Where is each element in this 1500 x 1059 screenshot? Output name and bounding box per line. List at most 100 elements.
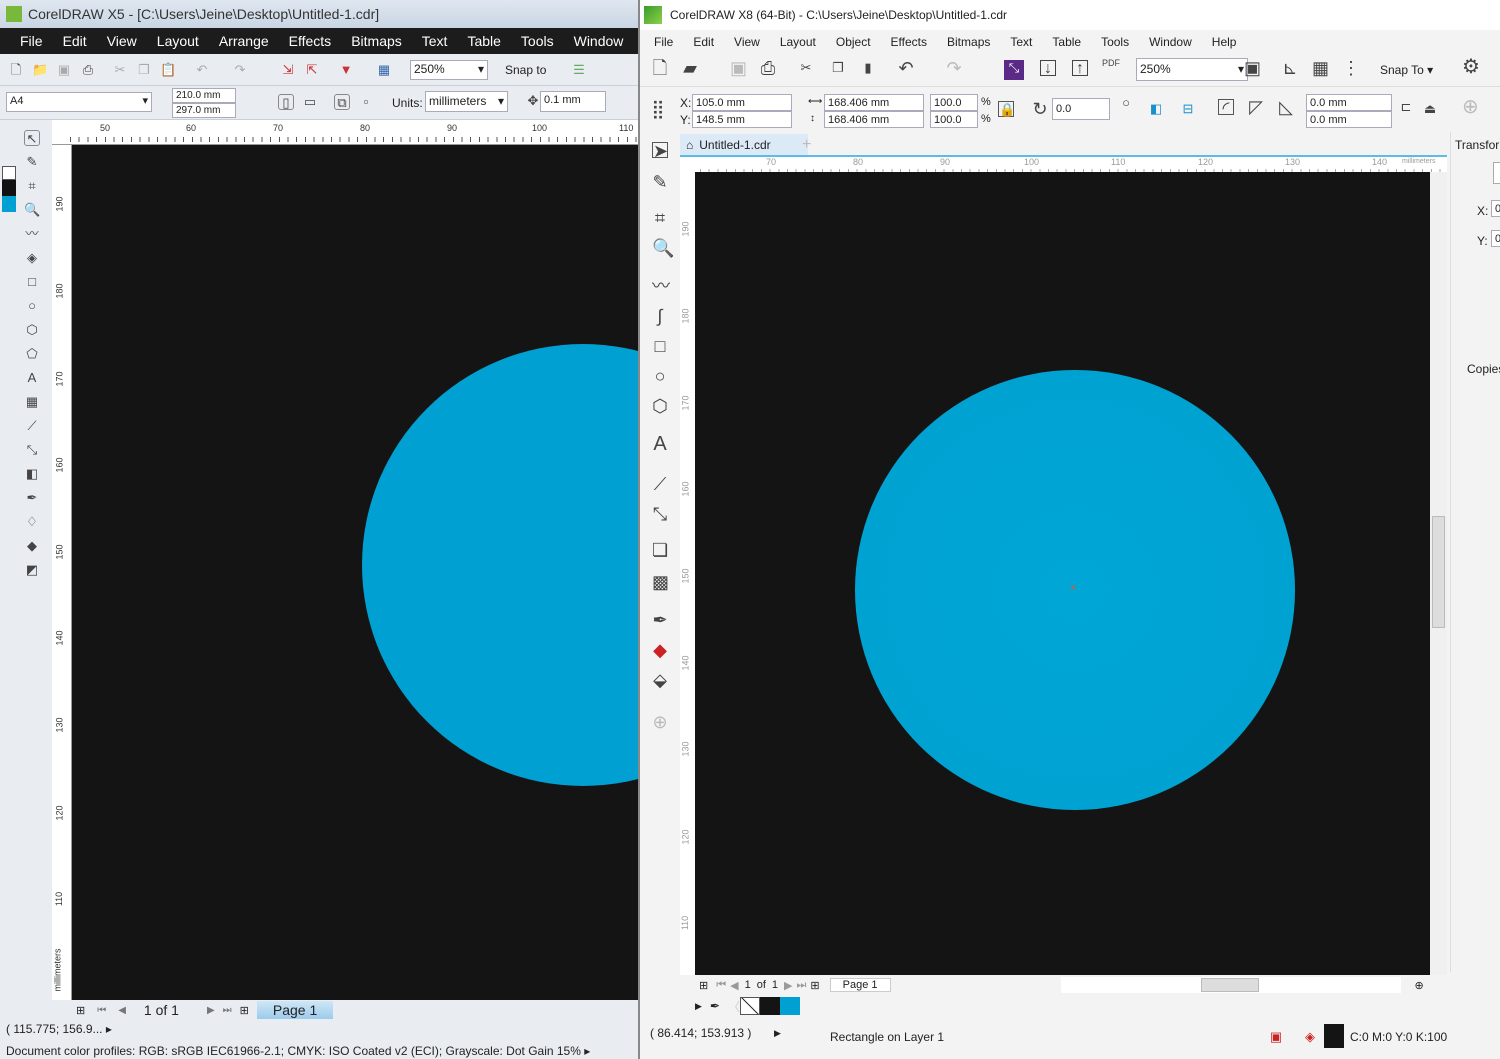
export-icon[interactable]: ⇱ [304, 62, 320, 78]
rulers-icon[interactable]: ⊾ [1282, 59, 1298, 77]
document-tab[interactable]: ⌂ Untitled-1.cdr [680, 134, 808, 156]
fill-tool-icon[interactable]: ◆ [24, 538, 40, 554]
menu-text[interactable]: Text [422, 33, 448, 49]
palette-menu-icon[interactable]: ▶ [695, 1001, 702, 1012]
menu-edit[interactable]: Edit [693, 35, 714, 49]
shape-tool-icon[interactable]: ✎ [652, 173, 668, 191]
chamfered-corner-icon[interactable]: ◺ [1278, 98, 1294, 116]
height-field[interactable]: 168.406 mm [824, 111, 924, 128]
import-icon[interactable]: ↓ [1040, 60, 1056, 77]
no-color-swatch[interactable] [740, 997, 760, 1015]
y-position-field[interactable]: 148.5 mm [692, 111, 792, 128]
freehand-tool-icon[interactable]: 〰 [652, 277, 670, 295]
new-icon[interactable]: 🗋 [652, 59, 668, 77]
cut-icon[interactable]: ✂ [112, 62, 128, 78]
add-icon[interactable]: ⊕ [1462, 97, 1479, 117]
artistic-media-icon[interactable]: ∫ [652, 307, 668, 325]
ellipse-tool-icon[interactable]: ○ [652, 367, 668, 385]
paste-icon[interactable]: ▮ [860, 60, 876, 76]
menu-effects[interactable]: Effects [289, 33, 332, 49]
scale-x-field[interactable]: 100.0 [930, 94, 978, 111]
freehand-tool-icon[interactable]: 〰 [24, 226, 40, 242]
menu-text[interactable]: Text [1010, 35, 1032, 49]
open-icon[interactable]: 📁 [32, 62, 48, 78]
reference-point-icon[interactable]: ⣿ [650, 100, 666, 118]
polygon-tool-icon[interactable]: ⬡ [24, 322, 40, 338]
text-tool-icon[interactable]: A [24, 370, 40, 386]
polygon-tool-icon[interactable]: ⬡ [652, 397, 668, 415]
grid-icon[interactable]: ▦ [1312, 59, 1329, 77]
new-icon[interactable]: 🗋 [8, 62, 24, 78]
copy-icon[interactable]: ❐ [830, 60, 846, 76]
import-icon[interactable]: ⇲ [280, 62, 296, 78]
add-page-end-icon[interactable]: ⊞ [240, 1004, 249, 1017]
lock-ratio-icon[interactable]: 🔒 [998, 101, 1015, 117]
nudge-field[interactable]: 0.1 mm [540, 91, 606, 112]
menu-tools[interactable]: Tools [1101, 35, 1129, 49]
add-page-end-icon[interactable]: ⊞ [810, 979, 819, 992]
crop-tool-icon[interactable]: ⌗ [24, 178, 40, 194]
width-field[interactable]: 168.406 mm [824, 94, 924, 111]
blue-swatch[interactable] [2, 196, 16, 212]
eyedropper-icon[interactable]: ✒ [24, 490, 40, 506]
x-position-field[interactable]: 105.0 mm [692, 94, 792, 111]
drawing-canvas[interactable]: × [695, 172, 1430, 975]
dimension-tool-icon[interactable]: ⟋ [24, 418, 40, 434]
interactive-fill-icon[interactable]: ◆ [652, 641, 668, 659]
application-launcher-icon[interactable]: ▼ [338, 62, 354, 78]
menu-window[interactable]: Window [1149, 35, 1192, 49]
zoom-navigator-icon[interactable]: ⊕ [1415, 979, 1424, 992]
connector-tool-icon[interactable]: ⤡ [652, 505, 668, 523]
scalloped-corner-icon[interactable]: ◸ [1248, 98, 1264, 116]
drop-shadow-icon[interactable]: ❏ [652, 541, 668, 559]
save-icon[interactable]: ▣ [730, 59, 747, 77]
black-swatch[interactable] [760, 997, 780, 1015]
save-icon[interactable]: ▣ [56, 62, 72, 78]
connector-tool-icon[interactable]: ⤡ [24, 442, 40, 458]
options-gear-icon[interactable]: ⚙ [1462, 57, 1480, 77]
smart-fill-icon[interactable]: ◈ [24, 250, 40, 266]
menu-layout[interactable]: Layout [157, 33, 199, 49]
menu-window[interactable]: Window [574, 33, 624, 49]
no-fill-swatch[interactable] [2, 166, 16, 180]
pick-tool-icon[interactable]: ↖ [24, 130, 40, 146]
page-tab[interactable]: Page 1 [829, 978, 891, 992]
menu-help[interactable]: Help [1212, 35, 1237, 49]
basic-shapes-icon[interactable]: ⬠ [24, 346, 40, 362]
zoom-level-select[interactable]: 250% ▾ [410, 60, 488, 80]
welcome-screen-icon[interactable]: ▦ [376, 62, 392, 78]
undo-icon[interactable]: ↶ [898, 59, 914, 77]
cut-icon[interactable]: ✂ [798, 60, 814, 76]
black-swatch[interactable] [2, 180, 16, 196]
transparency-icon[interactable]: ▩ [652, 573, 669, 591]
snap-to-dropdown[interactable]: Snap To ▾ [1380, 63, 1433, 77]
add-page-icon[interactable]: ⊞ [699, 979, 708, 992]
zoom-tool-icon[interactable]: 🔍 [24, 202, 40, 218]
crop-tool-icon[interactable]: ⌗ [652, 209, 668, 227]
menu-file[interactable]: File [20, 33, 43, 49]
menu-effects[interactable]: Effects [891, 35, 927, 49]
first-page-icon[interactable]: ⏮ [716, 979, 726, 992]
drawing-canvas[interactable] [72, 145, 638, 1000]
zoom-level-select[interactable]: 250% ▾ [1136, 58, 1248, 81]
menu-layout[interactable]: Layout [780, 35, 816, 49]
pick-tool-icon[interactable]: ➤ [652, 142, 668, 160]
round-corner-icon[interactable]: ◜ [1218, 99, 1234, 117]
last-page-icon[interactable]: ⏭ [223, 1005, 232, 1016]
export-icon[interactable]: ↑ [1072, 60, 1088, 77]
new-tab-icon[interactable]: + [802, 136, 811, 154]
guidelines-icon[interactable]: ⋮ [1342, 59, 1360, 77]
blend-tool-icon[interactable]: ◧ [24, 466, 40, 482]
vertical-scrollbar[interactable] [1430, 172, 1447, 975]
corner-link-icon[interactable]: ⊏ [1398, 99, 1414, 115]
outline-tool-icon[interactable]: ♢ [24, 514, 40, 530]
circle-object[interactable] [362, 344, 638, 786]
horizontal-scrollbar[interactable] [1060, 977, 1401, 993]
coords-menu-icon[interactable]: ▶ [774, 1028, 781, 1039]
menu-bitmaps[interactable]: Bitmaps [947, 35, 990, 49]
portrait-icon[interactable]: ▯ [278, 94, 294, 110]
redo-icon[interactable]: ↷ [232, 62, 248, 78]
page-tab[interactable]: Page 1 [256, 1001, 334, 1019]
open-icon[interactable]: ▰ [682, 59, 698, 77]
docker-x-field[interactable]: 0 [1491, 200, 1500, 217]
